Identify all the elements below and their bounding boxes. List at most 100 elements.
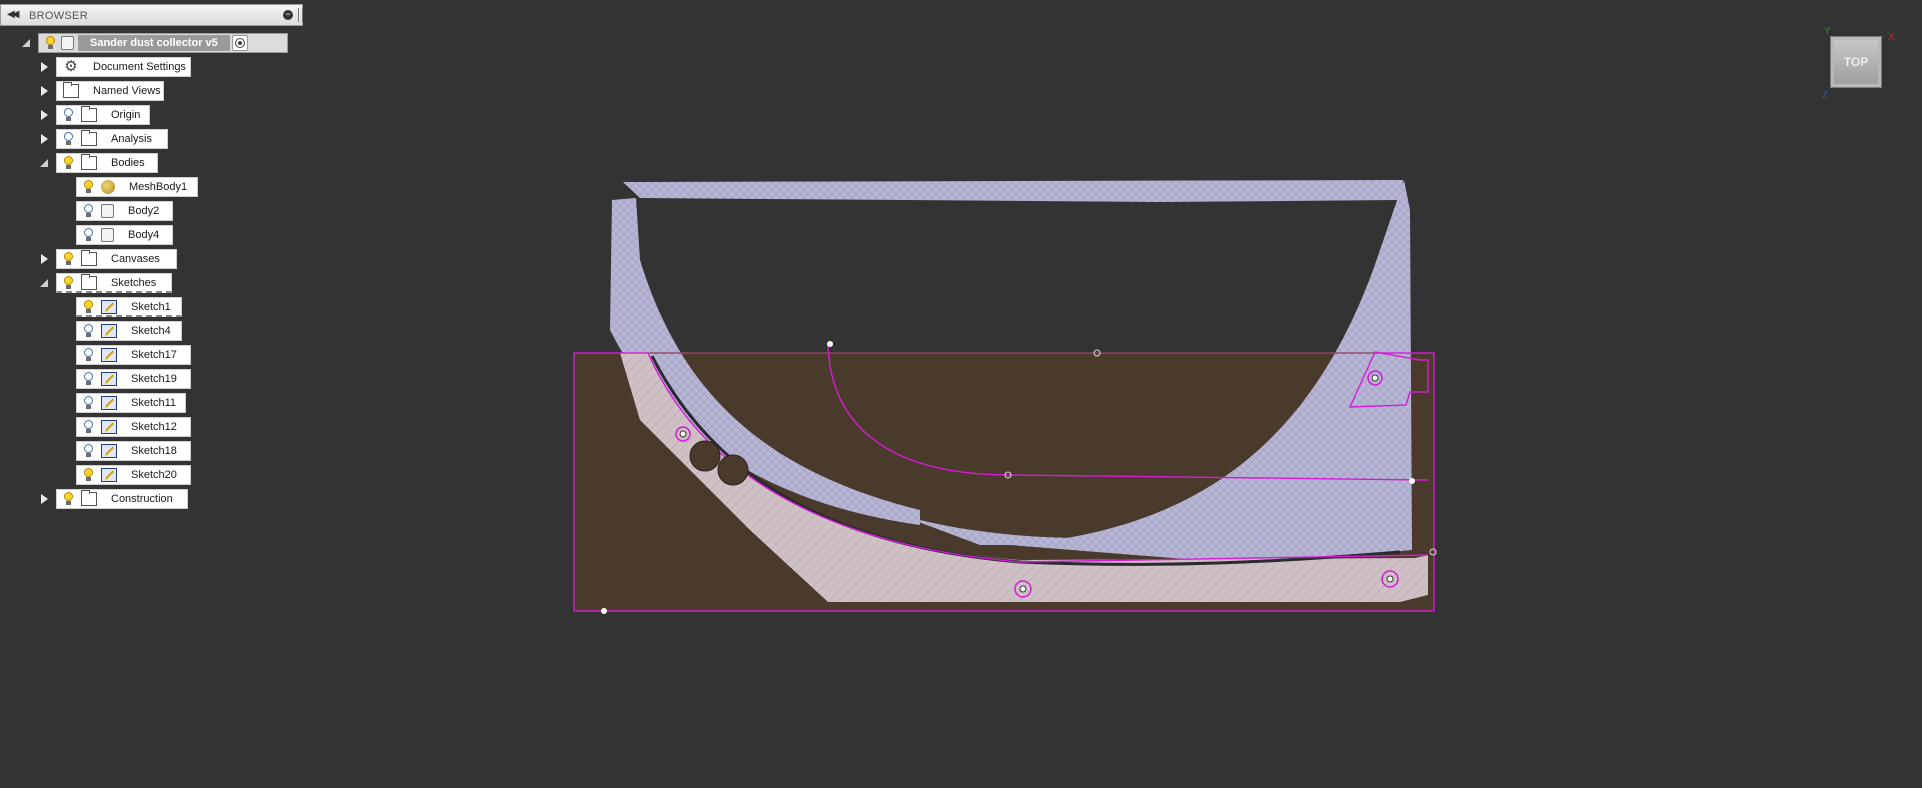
analysis-row[interactable]: Analysis bbox=[56, 129, 168, 149]
view-cube-top-face[interactable]: TOP bbox=[1830, 36, 1882, 88]
gear-icon: ⚙ bbox=[64, 58, 78, 75]
tree-item-label: Sketch19 bbox=[131, 373, 177, 385]
tree-item-label: Canvases bbox=[111, 253, 160, 265]
tree-item-label: Body4 bbox=[128, 229, 160, 241]
browser-panel-header: ◀◀ BROWSER − bbox=[0, 4, 303, 26]
expand-toggle-icon[interactable] bbox=[38, 157, 50, 169]
sketch-icon bbox=[101, 324, 117, 338]
construction-row[interactable]: Construction bbox=[56, 489, 188, 509]
tree-item-label: Construction bbox=[111, 493, 173, 505]
expand-toggle-icon[interactable] bbox=[20, 37, 32, 49]
browser-title: BROWSER bbox=[29, 10, 88, 22]
sketch-icon bbox=[101, 372, 117, 386]
expand-toggle-icon[interactable] bbox=[38, 85, 50, 97]
tree-item-label: Sketch17 bbox=[131, 349, 177, 361]
visibility-bulb-icon[interactable] bbox=[61, 251, 75, 267]
sketch-icon bbox=[101, 468, 117, 482]
tree-item-label: Named Views bbox=[93, 85, 161, 97]
sketch11-row[interactable]: Sketch11 bbox=[76, 393, 186, 413]
tree-item-label: Analysis bbox=[111, 133, 152, 145]
folder-icon bbox=[81, 130, 97, 146]
sketch1-row[interactable]: Sketch1 bbox=[76, 297, 182, 317]
root-label: Sander dust collector v5 bbox=[78, 35, 230, 51]
sketch18-row[interactable]: Sketch18 bbox=[76, 441, 191, 461]
tree-item-label: Sketch4 bbox=[131, 325, 171, 337]
body4-row[interactable]: Body4 bbox=[76, 225, 173, 245]
visibility-bulb-icon[interactable] bbox=[81, 443, 95, 459]
sketch19-row[interactable]: Sketch19 bbox=[76, 369, 191, 389]
tree-item-label: Sketch12 bbox=[131, 421, 177, 433]
tree-item-label: Sketches bbox=[111, 276, 157, 289]
visibility-bulb-icon[interactable] bbox=[81, 371, 95, 387]
root-component[interactable]: Sander dust collector v5 bbox=[38, 33, 288, 53]
tree-item-label: Sketch11 bbox=[131, 397, 177, 409]
visibility-bulb-icon[interactable] bbox=[81, 395, 95, 411]
sketch-icon bbox=[101, 444, 117, 458]
tree-item-label: Origin bbox=[111, 109, 141, 121]
visibility-bulb-icon[interactable] bbox=[43, 35, 57, 51]
sketch-icon bbox=[101, 348, 117, 362]
hole bbox=[689, 440, 721, 472]
visibility-bulb-icon[interactable] bbox=[81, 419, 95, 435]
document-settings-row[interactable]: ⚙ Document Settings bbox=[56, 57, 191, 77]
visibility-bulb-icon[interactable] bbox=[81, 347, 95, 363]
sketch-icon bbox=[101, 420, 117, 434]
named-views-row[interactable]: Named Views bbox=[56, 81, 164, 101]
expand-toggle-icon[interactable] bbox=[38, 133, 50, 145]
model-viewport[interactable] bbox=[560, 170, 1440, 630]
expand-toggle-icon[interactable] bbox=[38, 493, 50, 505]
resize-grip[interactable] bbox=[298, 8, 303, 22]
visibility-bulb-icon[interactable] bbox=[81, 203, 95, 219]
component-icon bbox=[61, 36, 74, 50]
tree-item-label: Sketch1 bbox=[131, 300, 171, 313]
hole bbox=[717, 454, 749, 486]
tree-item-label: Body2 bbox=[128, 205, 160, 217]
body-icon bbox=[101, 228, 114, 242]
sketch20-row[interactable]: Sketch20 bbox=[76, 465, 191, 485]
visibility-bulb-icon[interactable] bbox=[61, 275, 75, 291]
bodies-row[interactable]: Bodies bbox=[56, 153, 158, 173]
sketch-icon bbox=[101, 396, 117, 410]
minimize-icon[interactable]: − bbox=[283, 10, 293, 20]
folder-icon bbox=[81, 106, 97, 122]
body2-row[interactable]: Body2 bbox=[76, 201, 173, 221]
tree-item-label: Sketch20 bbox=[131, 469, 177, 481]
axis-x-label: X bbox=[1888, 32, 1895, 43]
expand-toggle-icon[interactable] bbox=[38, 61, 50, 73]
canvases-row[interactable]: Canvases bbox=[56, 249, 177, 269]
sketch4-row[interactable]: Sketch4 bbox=[76, 321, 182, 341]
meshbody1-row[interactable]: MeshBody1 bbox=[76, 177, 198, 197]
folder-icon bbox=[81, 154, 97, 170]
visibility-bulb-icon[interactable] bbox=[81, 299, 95, 315]
visibility-bulb-icon[interactable] bbox=[61, 131, 75, 147]
expand-toggle-icon[interactable] bbox=[38, 253, 50, 265]
folder-icon bbox=[81, 490, 97, 506]
visibility-bulb-icon[interactable] bbox=[61, 491, 75, 507]
mesh-body-icon bbox=[101, 180, 115, 194]
folder-icon bbox=[81, 273, 97, 290]
activate-target-icon[interactable] bbox=[231, 35, 248, 51]
body-icon bbox=[101, 204, 114, 218]
tree-item-label: Sketch18 bbox=[131, 445, 177, 457]
sketch12-row[interactable]: Sketch12 bbox=[76, 417, 191, 437]
expand-toggle-icon[interactable] bbox=[38, 109, 50, 121]
tree-item-label: Document Settings bbox=[93, 61, 186, 73]
sketches-row[interactable]: Sketches bbox=[56, 273, 172, 293]
origin-row[interactable]: Origin bbox=[56, 105, 150, 125]
tree-item-label: Bodies bbox=[111, 157, 145, 169]
visibility-bulb-icon[interactable] bbox=[81, 179, 95, 195]
view-cube[interactable]: Y X TOP Z bbox=[1822, 26, 1895, 101]
collapse-panel-icon[interactable]: ◀◀ bbox=[7, 9, 20, 20]
visibility-bulb-icon[interactable] bbox=[81, 467, 95, 483]
folder-icon bbox=[63, 82, 79, 98]
tree-item-label: MeshBody1 bbox=[129, 181, 188, 193]
folder-icon bbox=[81, 250, 97, 266]
visibility-bulb-icon[interactable] bbox=[81, 323, 95, 339]
mesh-top-rim bbox=[623, 180, 1403, 202]
sketch17-row[interactable]: Sketch17 bbox=[76, 345, 191, 365]
visibility-bulb-icon[interactable] bbox=[61, 107, 75, 123]
visibility-bulb-icon[interactable] bbox=[61, 155, 75, 171]
visibility-bulb-icon[interactable] bbox=[81, 227, 95, 243]
expand-toggle-icon[interactable] bbox=[38, 277, 50, 289]
axis-z-label: Z bbox=[1822, 90, 1829, 101]
